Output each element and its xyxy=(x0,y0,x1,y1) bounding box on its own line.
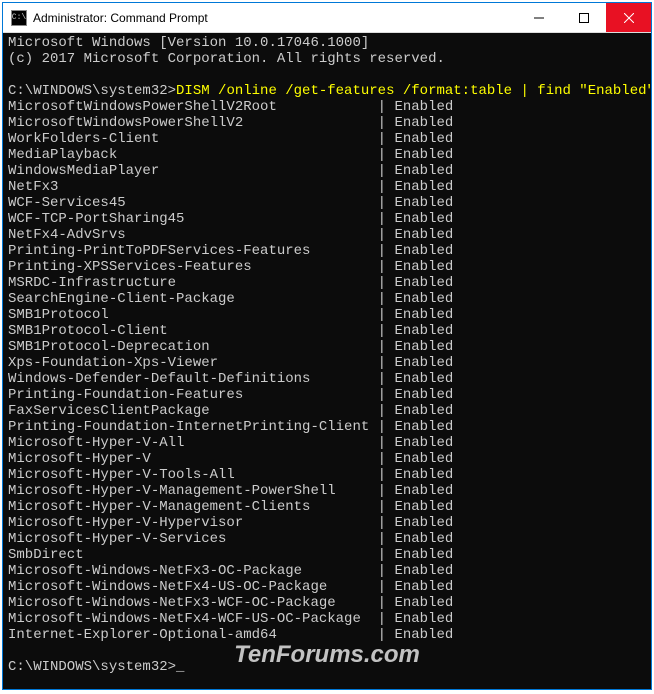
feature-row: MicrosoftWindowsPowerShellV2 | Enabled xyxy=(8,115,646,131)
feature-row: NetFx3 | Enabled xyxy=(8,179,646,195)
prompt-path: C:\WINDOWS\system32> xyxy=(8,83,176,99)
feature-row: Printing-PrintToPDFServices-Features | E… xyxy=(8,243,646,259)
feature-row: Microsoft-Hyper-V-All | Enabled xyxy=(8,435,646,451)
maximize-button[interactable] xyxy=(561,3,606,32)
feature-row: SmbDirect | Enabled xyxy=(8,547,646,563)
feature-row: SearchEngine-Client-Package | Enabled xyxy=(8,291,646,307)
feature-row: NetFx4-AdvSrvs | Enabled xyxy=(8,227,646,243)
minimize-button[interactable] xyxy=(516,3,561,32)
close-icon xyxy=(624,13,634,23)
feature-row: Microsoft-Hyper-V-Management-PowerShell … xyxy=(8,483,646,499)
minimize-icon xyxy=(534,13,544,23)
cursor[interactable]: _ xyxy=(176,659,184,675)
feature-row: MSRDC-Infrastructure | Enabled xyxy=(8,275,646,291)
version-line: Microsoft Windows [Version 10.0.17046.10… xyxy=(8,35,646,51)
feature-row: Microsoft-Windows-NetFx3-WCF-OC-Package … xyxy=(8,595,646,611)
feature-row: Internet-Explorer-Optional-amd64 | Enabl… xyxy=(8,627,646,643)
feature-row: Xps-Foundation-Xps-Viewer | Enabled xyxy=(8,355,646,371)
feature-row: SMB1Protocol-Client | Enabled xyxy=(8,323,646,339)
feature-row: Microsoft-Hyper-V-Management-Clients | E… xyxy=(8,499,646,515)
feature-row: MediaPlayback | Enabled xyxy=(8,147,646,163)
feature-row: WorkFolders-Client | Enabled xyxy=(8,131,646,147)
command-line: C:\WINDOWS\system32>DISM /online /get-fe… xyxy=(8,83,646,99)
copyright-line: (c) 2017 Microsoft Corporation. All righ… xyxy=(8,51,646,67)
dism-command: DISM /online /get-features /format:table… xyxy=(176,83,651,99)
maximize-icon xyxy=(579,13,589,23)
blank-line xyxy=(8,67,646,83)
feature-row: Printing-Foundation-Features | Enabled xyxy=(8,387,646,403)
feature-row: Microsoft-Hyper-V-Hypervisor | Enabled xyxy=(8,515,646,531)
cmd-icon: C:\ xyxy=(11,10,27,26)
blank-line xyxy=(8,643,646,659)
feature-row: SMB1Protocol-Deprecation | Enabled xyxy=(8,339,646,355)
window-title: Administrator: Command Prompt xyxy=(33,11,516,25)
prompt-path: C:\WINDOWS\system32> xyxy=(8,659,176,675)
feature-row: Windows-Defender-Default-Definitions | E… xyxy=(8,371,646,387)
feature-row: WCF-TCP-PortSharing45 | Enabled xyxy=(8,211,646,227)
terminal-output[interactable]: Microsoft Windows [Version 10.0.17046.10… xyxy=(3,33,651,689)
titlebar[interactable]: C:\ Administrator: Command Prompt xyxy=(3,3,651,33)
feature-row: FaxServicesClientPackage | Enabled xyxy=(8,403,646,419)
feature-row: SMB1Protocol | Enabled xyxy=(8,307,646,323)
feature-row: MicrosoftWindowsPowerShellV2Root | Enabl… xyxy=(8,99,646,115)
feature-row: Microsoft-Windows-NetFx4-WCF-US-OC-Packa… xyxy=(8,611,646,627)
feature-row: WCF-Services45 | Enabled xyxy=(8,195,646,211)
window-controls xyxy=(516,3,651,32)
feature-row: Printing-Foundation-InternetPrinting-Cli… xyxy=(8,419,646,435)
feature-row: Printing-XPSServices-Features | Enabled xyxy=(8,259,646,275)
feature-row: Microsoft-Hyper-V | Enabled xyxy=(8,451,646,467)
feature-row: Microsoft-Hyper-V-Tools-All | Enabled xyxy=(8,467,646,483)
close-button[interactable] xyxy=(606,3,651,32)
feature-row: Microsoft-Windows-NetFx3-OC-Package | En… xyxy=(8,563,646,579)
prompt-line: C:\WINDOWS\system32>_ xyxy=(8,659,646,675)
command-prompt-window: C:\ Administrator: Command Prompt Micros… xyxy=(2,2,652,690)
feature-row: WindowsMediaPlayer | Enabled xyxy=(8,163,646,179)
feature-row: Microsoft-Windows-NetFx4-US-OC-Package |… xyxy=(8,579,646,595)
feature-row: Microsoft-Hyper-V-Services | Enabled xyxy=(8,531,646,547)
